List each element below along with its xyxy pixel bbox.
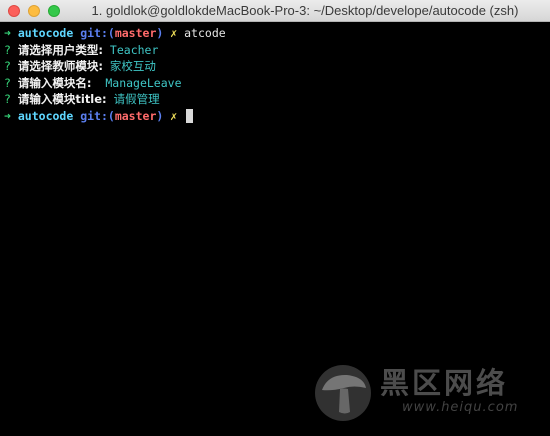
dirty-mark-icon: ✗ xyxy=(170,26,178,40)
prompt-git-close: ) xyxy=(156,108,164,123)
command-text: atcode xyxy=(184,26,226,40)
current-prompt-line[interactable]: ➜ autocode git:(master) ✗ xyxy=(4,108,546,125)
question-line: ? 请选择用户类型: Teacher xyxy=(4,42,546,59)
close-window-button[interactable] xyxy=(8,5,20,17)
question-mark-icon: ? xyxy=(4,42,11,57)
prompt-directory: autocode xyxy=(17,26,74,40)
watermark-url: www.heiqu.com xyxy=(402,400,519,415)
question-answer: Teacher xyxy=(109,42,159,57)
question-label: 请选择用户类型: xyxy=(17,42,103,57)
window-title: 1. goldlok@goldlokdeMacBook-Pro-3: ~/Des… xyxy=(91,3,519,18)
watermark-text: 黑区网络 xyxy=(380,366,509,400)
prompt-git-label: git:( xyxy=(80,108,115,123)
question-mark-icon: ? xyxy=(4,75,11,90)
prompt-line: ➜ autocode git:(master) ✗ atcode xyxy=(4,25,546,42)
question-mark-icon: ? xyxy=(4,59,11,73)
watermark: 黑区网络 www.heiqu.com xyxy=(314,358,544,428)
question-line: ? 请输入模块名: ManageLeave xyxy=(4,75,546,92)
prompt-directory: autocode xyxy=(17,108,74,123)
minimize-window-button[interactable] xyxy=(28,5,40,17)
question-answer: ManageLeave xyxy=(98,75,182,90)
text-cursor[interactable] xyxy=(186,108,194,123)
prompt-git-close: ) xyxy=(156,26,164,40)
terminal-window: 1. goldlok@goldlokdeMacBook-Pro-3: ~/Des… xyxy=(0,0,550,436)
question-answer: 家校互动 xyxy=(109,59,156,73)
prompt-arrow-icon: ➜ xyxy=(4,26,11,40)
question-line: ? 请选择教师模块: 家校互动 xyxy=(4,58,546,75)
mushroom-logo-icon xyxy=(315,365,371,421)
dirty-mark-icon: ✗ xyxy=(170,108,178,123)
question-line: ? 请输入模块title: 请假管理 xyxy=(4,91,546,108)
question-label: 请输入模块名: xyxy=(17,75,92,90)
prompt-branch: master xyxy=(114,108,157,123)
zoom-window-button[interactable] xyxy=(48,5,60,17)
prompt-arrow-icon: ➜ xyxy=(4,108,11,123)
question-label: 请选择教师模块: xyxy=(17,59,103,73)
question-answer: 请假管理 xyxy=(113,92,160,106)
prompt-git-label: git:( xyxy=(80,26,115,40)
question-label: 请输入模块title: xyxy=(17,92,107,106)
prompt-branch: master xyxy=(114,26,157,40)
question-mark-icon: ? xyxy=(4,92,11,106)
title-bar[interactable]: 1. goldlok@goldlokdeMacBook-Pro-3: ~/Des… xyxy=(0,0,550,22)
